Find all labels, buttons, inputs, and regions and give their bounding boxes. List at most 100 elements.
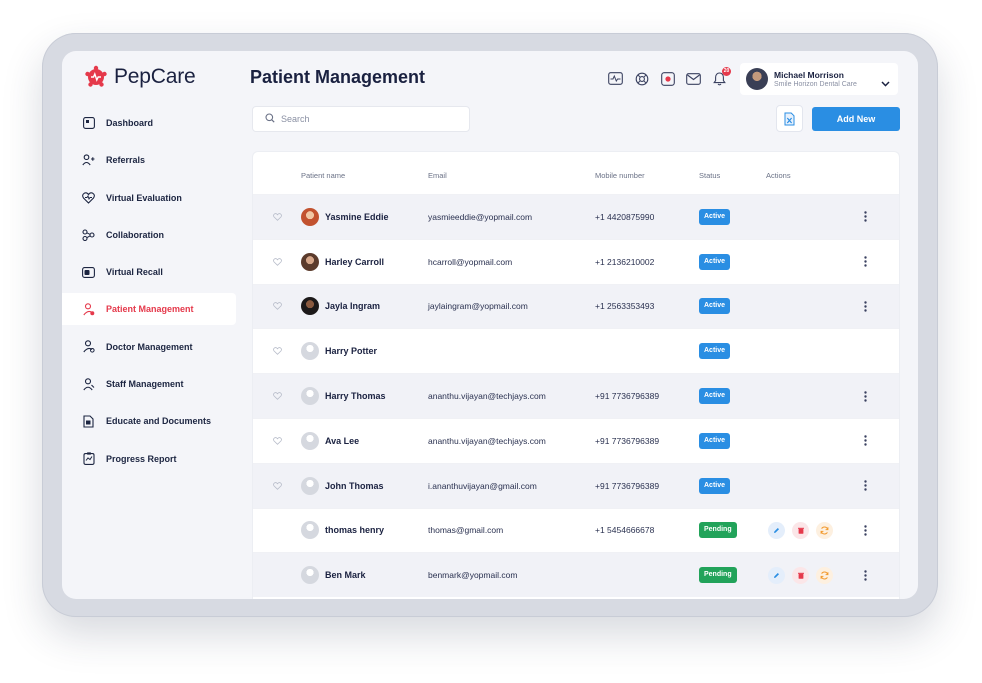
chevron-down-icon[interactable] [881, 74, 890, 92]
more-options-icon[interactable] [864, 240, 867, 284]
more-options-icon[interactable] [864, 464, 867, 508]
more-options-icon[interactable] [864, 285, 867, 329]
avatar [301, 207, 319, 226]
edit-icon[interactable] [768, 566, 785, 584]
add-new-button[interactable]: Add New [812, 107, 900, 131]
user-name: Michael Morrison [774, 70, 844, 80]
favorite-heart-icon[interactable] [273, 464, 282, 508]
table-row[interactable]: Harry Potter Active [253, 328, 899, 373]
sidebar-item-collaboration[interactable]: Collaboration [62, 219, 236, 251]
favorite-heart-icon[interactable] [273, 374, 282, 418]
search-box[interactable] [252, 106, 470, 132]
dashboard-icon [82, 117, 95, 130]
sidebar-item-dashboard[interactable]: Dashboard [62, 107, 236, 139]
activity-icon[interactable] [608, 71, 623, 86]
user-profile-menu[interactable]: Michael Morrison Smile Horizon Dental Ca… [740, 63, 898, 95]
table-row[interactable]: Ben Mark benmark@yopmail.com Pending [253, 552, 899, 598]
sidebar-item-virtual-evaluation[interactable]: Virtual Evaluation [62, 182, 236, 214]
refresh-icon[interactable] [816, 566, 833, 584]
more-options-icon[interactable] [864, 553, 867, 597]
mail-icon[interactable] [686, 71, 701, 86]
report-icon [82, 452, 95, 466]
table-row[interactable]: John Thomas i.ananthuvijayan@gmail.com +91… [253, 462, 899, 508]
patient-name-cell[interactable]: Harley Carroll [301, 240, 384, 284]
patient-name-cell[interactable]: Ava Lee [301, 419, 359, 463]
logo[interactable]: PepCare [84, 65, 196, 89]
email-cell: hcarroll@yopmail.com [428, 256, 513, 267]
sidebar-item-label: Virtual Recall [106, 267, 163, 278]
favorite-heart-icon[interactable] [273, 329, 282, 373]
patient-name: thomas henry [325, 525, 385, 536]
patient-name-cell[interactable]: John Thomas [301, 464, 384, 508]
patient-name-cell[interactable]: Harry Thomas [301, 374, 386, 418]
table-row[interactable]: Ava Lee ananthu.vijayan@techjays.com +91 7… [253, 417, 899, 463]
sidebar-item-referrals[interactable]: Referrals [62, 144, 236, 176]
patient-name: Harry Potter [325, 346, 378, 357]
patient-name: Harry Thomas [325, 391, 386, 402]
sidebar-item-progress-report[interactable]: Progress Report [62, 443, 236, 475]
column-header-patient-name[interactable]: Patient name [301, 171, 345, 180]
column-header-status[interactable]: Status [699, 171, 720, 180]
header-toolbar: 20 [608, 67, 731, 86]
heart-monitor-icon [82, 191, 95, 204]
status-cell: Active [699, 374, 731, 418]
favorite-heart-icon[interactable] [273, 285, 282, 329]
sidebar-item-staff-management[interactable]: Staff Management [62, 368, 236, 400]
delete-icon[interactable] [792, 566, 809, 584]
record-icon[interactable] [660, 71, 675, 86]
referrals-icon [82, 154, 95, 167]
status-badge: Active [699, 253, 731, 270]
more-options-icon[interactable] [864, 195, 867, 239]
avatar [301, 387, 319, 406]
favorite-heart-icon[interactable] [273, 195, 282, 239]
sidebar-nav: Dashboard Referrals Virtual Evaluation Coll… [62, 107, 236, 480]
column-header-email[interactable]: Email [428, 171, 447, 180]
favorite-heart-icon[interactable] [273, 240, 282, 284]
edit-icon[interactable] [768, 521, 785, 539]
table-row[interactable]: Jayla Ingram jaylaingram@yopmail.com +1 25… [253, 283, 899, 329]
favorite-heart-icon[interactable] [273, 419, 282, 463]
sidebar-item-label: Patient Management [106, 304, 194, 315]
row-actions [768, 509, 833, 553]
staff-icon [82, 377, 95, 391]
bell-icon[interactable]: 20 [712, 67, 731, 86]
patient-name: Ava Lee [325, 435, 360, 446]
search-input[interactable] [281, 114, 451, 124]
export-excel-button[interactable] [776, 105, 803, 132]
more-options-icon[interactable] [864, 509, 867, 553]
notification-badge: 20 [722, 67, 731, 76]
patient-name: Harley Carroll [325, 256, 385, 267]
status-cell: Active [699, 464, 731, 508]
table-row[interactable]: thomas henry thomas@gmail.com +1 545466667… [253, 507, 899, 553]
patient-name-cell[interactable]: Ben Mark [301, 553, 366, 597]
refresh-icon[interactable] [816, 521, 833, 539]
delete-icon[interactable] [792, 521, 809, 539]
patient-name-cell[interactable]: thomas henry [301, 509, 384, 553]
sidebar-item-label: Progress Report [106, 453, 177, 464]
table-row[interactable]: Yasmine Eddie yasmieeddie@yopmail.com +1 4… [253, 194, 899, 239]
sidebar-item-label: Dashboard [106, 118, 154, 128]
sidebar-item-label: Collaboration [106, 229, 164, 240]
email-cell: ananthu.vijayan@techjays.com [428, 391, 546, 402]
email-cell: benmark@yopmail.com [428, 570, 518, 581]
email-cell: yasmieeddie@yopmail.com [428, 211, 533, 222]
patient-name-cell[interactable]: Harry Potter [301, 329, 377, 373]
collaboration-icon [82, 228, 95, 241]
avatar [301, 342, 319, 361]
sidebar-item-educate-and-documents[interactable]: Educate and Documents [62, 405, 236, 437]
patient-name-cell[interactable]: Yasmine Eddie [301, 195, 389, 239]
sidebar-item-virtual-recall[interactable]: Virtual Recall [62, 256, 236, 288]
avatar [301, 476, 319, 495]
more-options-icon[interactable] [864, 374, 867, 418]
support-icon[interactable] [634, 71, 649, 86]
column-header-mobile[interactable]: Mobile number [595, 171, 645, 180]
user-organization: Smile Horizon Dental Care [774, 81, 857, 88]
sidebar-item-doctor-management[interactable]: Doctor Management [62, 331, 236, 363]
patient-name-cell[interactable]: Jayla Ingram [301, 285, 380, 329]
email-cell: ananthu.vijayan@techjays.com [428, 435, 546, 446]
table-row[interactable]: Harry Thomas ananthu.vijayan@techjays.com… [253, 373, 899, 418]
status-cell: Pending [699, 509, 737, 553]
table-row[interactable]: Harley Carroll hcarroll@yopmail.com +1 213… [253, 238, 899, 284]
sidebar-item-patient-management[interactable]: Patient Management [62, 293, 236, 326]
more-options-icon[interactable] [864, 419, 867, 463]
